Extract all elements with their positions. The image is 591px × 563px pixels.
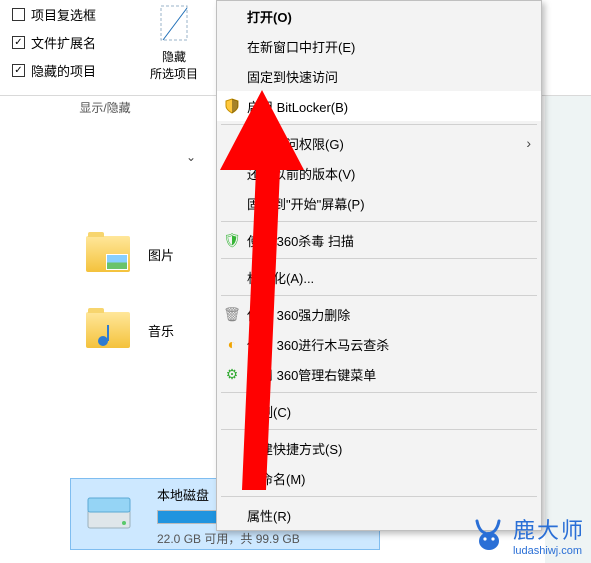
menu-label: 使用 360进行木马云查杀 [247,335,389,354]
menu-restore-previous[interactable]: 还原以前的版本(V) [217,158,541,188]
checkbox-file-ext[interactable]: ✓ 文件扩展名 [12,28,96,56]
menu-360-scan[interactable]: 🛡 使用 360杀毒 扫描 [217,225,541,255]
gear-icon: ⚙ [223,365,241,383]
hide-selected-icon [138,0,210,48]
checkbox-item-boxes[interactable]: 项目复选框 [12,0,96,28]
menu-label: 打开(O) [247,7,292,26]
submenu-arrow-icon: › [526,135,531,151]
watermark-brand: 鹿大师 [513,518,585,543]
menu-label: 授予访问权限(G) [247,134,344,153]
disk-icon [71,479,147,549]
menu-separator [221,392,537,393]
folder-icon [86,312,130,348]
menu-open-new-window[interactable]: 在新窗口中打开(E) [217,31,541,61]
menu-label: 重命名(M) [247,469,306,488]
menu-open[interactable]: 打开(O) [217,1,541,31]
watermark: 鹿大师 ludashiwj.com [471,513,585,557]
menu-label: 固定到"开始"屏幕(P) [247,194,365,213]
deer-icon [471,517,507,553]
menu-label: 使用 360杀毒 扫描 [247,231,354,250]
watermark-url: ludashiwj.com [513,545,585,557]
picture-thumb-icon [106,254,128,270]
menu-label: 还原以前的版本(V) [247,164,355,183]
menu-pin-start[interactable]: 固定到"开始"屏幕(P) [217,188,541,218]
menu-separator [221,258,537,259]
menu-360-manage-menu[interactable]: ⚙ 使用 360管理右键菜单 [217,359,541,389]
music-note-icon [98,328,116,346]
menu-label: 使用 360管理右键菜单 [247,365,376,384]
checkbox-icon[interactable]: ✓ [12,64,25,77]
checkbox-icon[interactable]: ✓ [12,36,25,49]
menu-separator [221,221,537,222]
menu-pin-quick-access[interactable]: 固定到快速访问 [217,61,541,91]
folder-music[interactable]: 音乐 [86,312,174,348]
menu-format[interactable]: 格式化(A)... [217,262,541,292]
checkbox-hidden-items[interactable]: ✓ 隐藏的项目 [12,56,96,84]
menu-label: 固定到快速访问 [247,67,338,86]
menu-360-trojan-scan[interactable]: ◐ 使用 360进行木马云查杀 [217,329,541,359]
menu-separator [221,496,537,497]
menu-grant-access[interactable]: 授予访问权限(G) › [217,128,541,158]
hide-selected-label-1: 隐藏 [138,48,210,65]
menu-rename[interactable]: 重命名(M) [217,463,541,493]
ribbon-section-caption: 显示/隐藏 [0,96,210,120]
hide-selected-button[interactable]: 隐藏 所选项目 [138,0,210,82]
hide-selected-label-2: 所选项目 [138,65,210,82]
folder-label: 音乐 [148,321,174,340]
menu-360-force-delete[interactable]: 🗑 使用 360强力删除 [217,299,541,329]
menu-label: 复制(C) [247,402,291,421]
checkbox-label: 隐藏的项目 [31,61,96,80]
menu-create-shortcut[interactable]: 创建快捷方式(S) [217,433,541,463]
menu-label: 格式化(A)... [247,268,314,287]
context-menu: 打开(O) 在新窗口中打开(E) 固定到快速访问 启用 BitLocker(B)… [216,0,542,531]
menu-separator [221,429,537,430]
ribbon-checkbox-column: 项目复选框 ✓ 文件扩展名 ✓ 隐藏的项目 [12,0,96,84]
scan-icon: ◐ [223,335,241,353]
chevron-down-icon[interactable]: ⌄ [186,150,196,164]
menu-enable-bitlocker[interactable]: 启用 BitLocker(B) [217,91,541,121]
menu-label: 在新窗口中打开(E) [247,37,355,56]
checkbox-icon[interactable] [12,8,25,21]
menu-separator [221,124,537,125]
menu-label: 属性(R) [247,506,291,525]
menu-label: 创建快捷方式(S) [247,439,342,458]
menu-label: 使用 360强力删除 [247,305,350,324]
checkbox-label: 文件扩展名 [31,33,96,52]
menu-separator [221,295,537,296]
disk-size-text: 22.0 GB 可用，共 99.9 GB [157,530,369,547]
menu-label: 启用 BitLocker(B) [247,97,348,116]
shield-green-icon: 🛡 [223,231,241,249]
folder-pictures[interactable]: 图片 [86,236,174,272]
folder-label: 图片 [148,245,174,264]
trash-icon: 🗑 [223,305,241,323]
folder-icon [86,236,130,272]
menu-copy[interactable]: 复制(C) [217,396,541,426]
shield-icon [223,97,241,115]
checkbox-label: 项目复选框 [31,5,96,24]
